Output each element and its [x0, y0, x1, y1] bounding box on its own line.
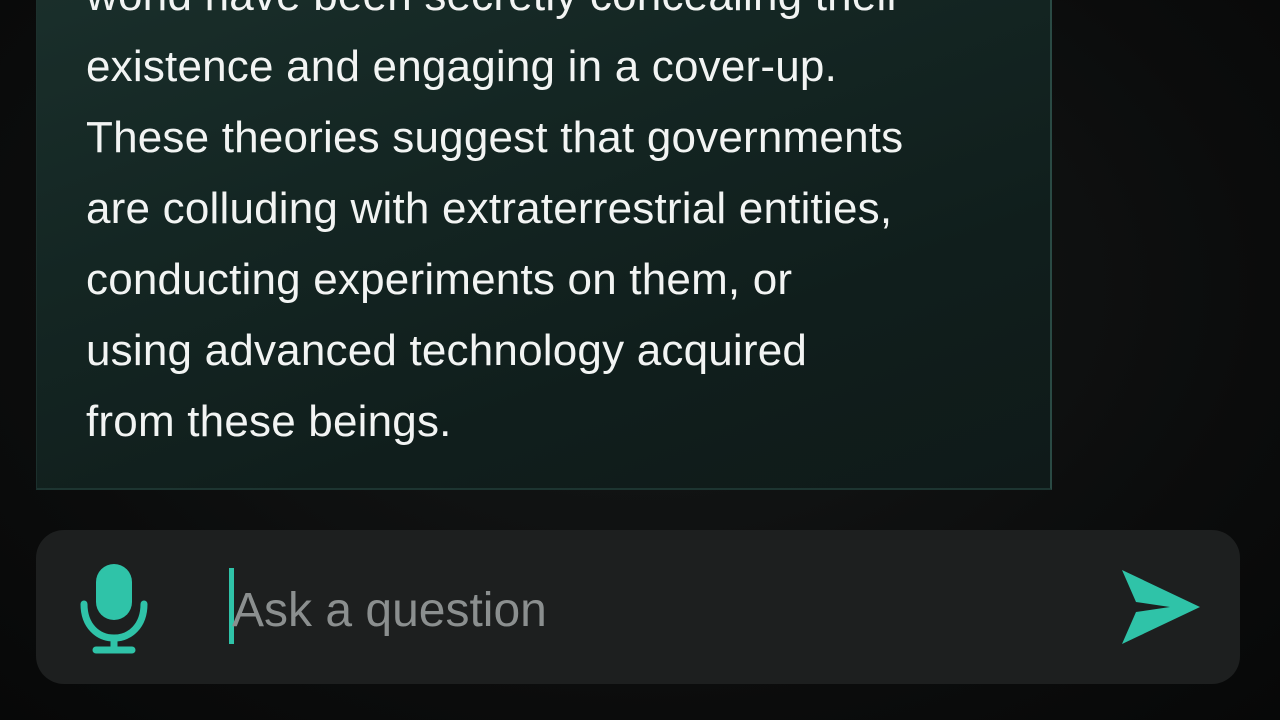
send-arrow-icon: [1122, 570, 1200, 644]
assistant-message-text: world have been secretly concealing thei…: [86, 0, 1046, 457]
message-line: conducting experiments on them, or: [86, 255, 793, 304]
message-line: are colluding with extraterrestrial enti…: [86, 184, 893, 233]
chat-screen: world have been secretly concealing thei…: [0, 0, 1280, 720]
message-line: existence and engaging in a cover-up.: [86, 42, 838, 91]
message-line: world have been secretly concealing thei…: [86, 0, 1046, 31]
send-button[interactable]: [1118, 566, 1204, 648]
question-input[interactable]: [232, 570, 1092, 650]
message-line: from these beings.: [86, 397, 452, 446]
message-line: These theories suggest that governments: [86, 113, 904, 162]
microphone-icon: [80, 564, 148, 654]
message-line: using advanced technology acquired: [86, 326, 808, 375]
microphone-button[interactable]: [78, 560, 150, 656]
